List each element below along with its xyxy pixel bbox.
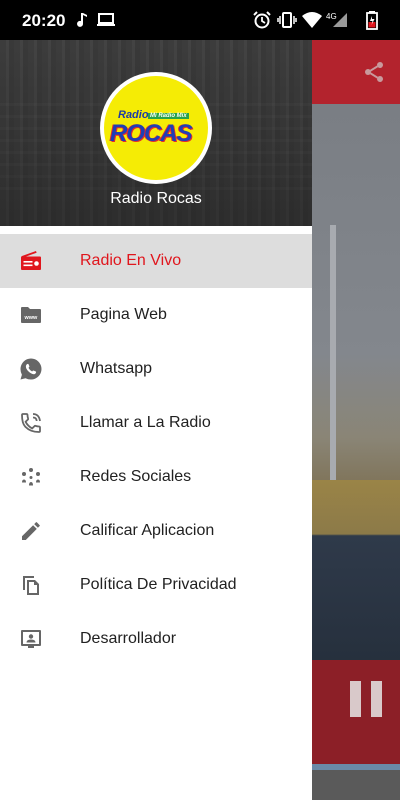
menu-item-label: Llamar a La Radio — [80, 414, 211, 431]
logo-tagline: Mi Radio Mix — [148, 113, 189, 119]
www-folder-icon: www — [19, 303, 43, 327]
developer-screen-icon — [19, 627, 43, 651]
menu-item-label: Pagina Web — [80, 306, 167, 323]
drawer-header: Radio Mi Radio Mix ROCAS Radio Rocas — [0, 40, 312, 226]
alarm-icon — [252, 10, 272, 30]
menu-item-redes-sociales[interactable]: Redes Sociales — [0, 450, 312, 504]
network-type: 4G — [326, 12, 337, 21]
phone-call-icon — [19, 411, 43, 435]
drawer-menu: Radio En Vivo www Pagina Web Whatsapp Ll… — [0, 234, 312, 666]
menu-item-llamar-a-la-radio[interactable]: Llamar a La Radio — [0, 396, 312, 450]
menu-item-calificar-aplicacion[interactable]: Calificar Aplicacion — [0, 504, 312, 558]
whatsapp-icon — [19, 357, 43, 381]
menu-item-whatsapp[interactable]: Whatsapp — [0, 342, 312, 396]
svg-text:www: www — [24, 315, 39, 321]
menu-item-politica-de-privacidad[interactable]: Política De Privacidad — [0, 558, 312, 612]
logo-brand: ROCAS — [110, 120, 193, 147]
building-photo — [312, 480, 400, 660]
vibrate-icon — [277, 10, 297, 30]
radio-icon — [19, 249, 43, 273]
menu-item-radio-en-vivo[interactable]: Radio En Vivo — [0, 234, 312, 288]
copy-document-icon — [19, 573, 43, 597]
station-logo: Radio Mi Radio Mix ROCAS — [100, 72, 212, 184]
music-note-icon — [72, 10, 92, 30]
status-time: 20:20 — [22, 11, 66, 30]
menu-item-label: Calificar Aplicacion — [80, 522, 215, 539]
pencil-icon — [19, 519, 43, 543]
menu-item-label: Política De Privacidad — [80, 576, 237, 593]
wifi-icon — [302, 10, 322, 30]
menu-item-pagina-web[interactable]: www Pagina Web — [0, 288, 312, 342]
laptop-icon — [96, 10, 116, 30]
menu-item-label: Whatsapp — [80, 360, 153, 377]
menu-item-desarrollador[interactable]: Desarrollador — [0, 612, 312, 666]
menu-item-label: Redes Sociales — [80, 468, 192, 485]
battery-icon — [362, 10, 382, 30]
navigation-drawer: Radio Mi Radio Mix ROCAS Radio Rocas Rad… — [0, 40, 312, 800]
pause-button[interactable] — [344, 676, 388, 722]
social-network-icon — [19, 465, 43, 489]
menu-item-label: Desarrollador — [80, 630, 177, 647]
menu-item-label: Radio En Vivo — [80, 252, 182, 269]
share-icon[interactable] — [362, 60, 386, 84]
status-bar: 20:20 4G — [0, 0, 400, 40]
station-name: Radio Rocas — [110, 190, 202, 207]
cellular-signal-icon: 4G — [325, 10, 349, 30]
